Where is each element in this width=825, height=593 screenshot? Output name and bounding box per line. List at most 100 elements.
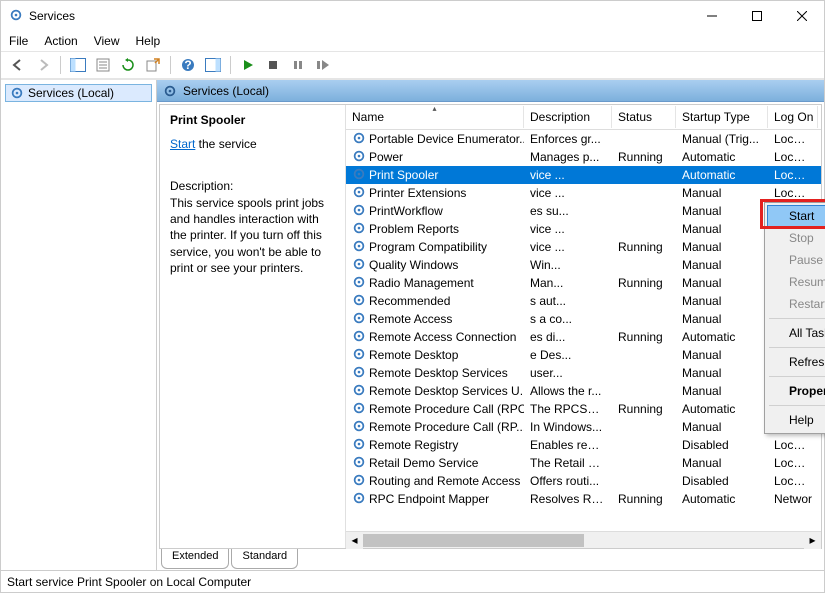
tree-pane: Services (Local) [1,80,157,570]
service-desc: Win... [524,258,612,272]
ctx-resume: Resume [767,271,825,293]
table-row[interactable]: Remote RegistryEnables rem...DisabledLoc… [346,436,821,454]
menu-action[interactable]: Action [44,34,77,48]
table-row[interactable]: Remote Procedure Call (RPC)The RPCSS s..… [346,400,821,418]
column-header-logon[interactable]: Log On [768,106,818,128]
table-row[interactable]: Remote Desktop Services U...Allows the r… [346,382,821,400]
minimize-button[interactable] [689,1,734,31]
service-desc: The RPCSS s... [524,402,612,416]
export-button[interactable] [142,54,164,76]
table-row[interactable]: Radio ManagementMan...RunningManualLocal… [346,274,821,292]
pause-service-button[interactable] [287,54,309,76]
service-name: Recommended [369,294,450,308]
service-desc: es di... [524,330,612,344]
start-suffix: the service [195,137,256,151]
table-row[interactable]: PrintWorkflowes su...ManualLocal Sy [346,202,821,220]
table-row[interactable]: Remote Desktope Des...ManualLocal Sy [346,346,821,364]
table-row[interactable]: Remote Procedure Call (RP...In Windows..… [346,418,821,436]
gear-icon [352,311,366,328]
table-row[interactable]: Quality WindowsWin...ManualLocal Se [346,256,821,274]
action-pane-button[interactable] [202,54,224,76]
ctx-pause: Pause [767,249,825,271]
table-row[interactable]: Recommendeds aut...ManualLocal Sy [346,292,821,310]
service-name: Printer Extensions [369,186,466,200]
table-row[interactable]: PowerManages p...RunningAutomaticLocal S… [346,148,821,166]
table-row[interactable]: Remote Accesss a co...ManualLocal Sy [346,310,821,328]
table-row[interactable]: Print Spoolervice ...AutomaticLocal Sy [346,166,821,184]
gear-icon [352,203,366,220]
ctx-restart: Restart [767,293,825,315]
menu-file[interactable]: File [9,34,28,48]
service-startup: Automatic [676,330,768,344]
statusbar: Start service Print Spooler on Local Com… [1,570,824,592]
service-name: Program Compatibility [369,240,487,254]
service-startup: Disabled [676,438,768,452]
gear-icon [352,221,366,238]
service-logon: Local Sy [768,474,818,488]
table-row[interactable]: Printer Extensionsvice ...ManualLocal Sy [346,184,821,202]
gear-icon [352,329,366,346]
ctx-all-tasks[interactable]: All Tasks [767,322,825,344]
service-logon: Local Sy [768,456,818,470]
gear-icon [163,84,177,98]
restart-service-button[interactable] [312,54,334,76]
close-button[interactable] [779,1,824,31]
column-header-startup[interactable]: Startup Type [676,106,768,128]
service-logon: Local Sy [768,132,818,146]
menu-view[interactable]: View [94,34,120,48]
scroll-thumb[interactable] [363,534,584,547]
ctx-properties[interactable]: Properties [767,380,825,402]
service-name: Remote Procedure Call (RPC) [369,402,524,416]
table-row[interactable]: Remote Access Connectiones di...RunningA… [346,328,821,346]
table-row[interactable]: Portable Device Enumerator...Enforces gr… [346,130,821,148]
table-row[interactable]: Remote Desktop Servicesuser...ManualNetw… [346,364,821,382]
horizontal-scrollbar[interactable]: ◂ ▸ [346,531,821,548]
gear-icon [352,473,366,490]
service-desc: Man... [524,276,612,290]
scroll-left-icon[interactable]: ◂ [346,532,363,549]
column-header-status[interactable]: Status [612,106,676,128]
properties-button[interactable] [92,54,114,76]
tab-extended[interactable]: Extended [161,549,229,569]
back-button[interactable] [7,54,29,76]
service-startup: Manual [676,384,768,398]
gear-icon [352,131,366,148]
ctx-help[interactable]: Help [767,409,825,431]
ctx-refresh[interactable]: Refresh [767,351,825,373]
column-header-description[interactable]: Description [524,106,612,128]
service-desc: The Retail D... [524,456,612,470]
gear-icon [352,401,366,418]
table-row[interactable]: RPC Endpoint MapperResolves RP...Running… [346,490,821,508]
refresh-button[interactable] [117,54,139,76]
column-header-name[interactable]: Name▴ [346,106,524,128]
table-row[interactable]: Problem Reportsvice ...ManualLocal Sy [346,220,821,238]
table-row[interactable]: Retail Demo ServiceThe Retail D...Manual… [346,454,821,472]
maximize-button[interactable] [734,1,779,31]
show-hide-tree-button[interactable] [67,54,89,76]
menu-help[interactable]: Help [136,34,161,48]
service-name: Power [369,150,403,164]
ctx-start[interactable]: Start [767,205,825,227]
stop-service-button[interactable] [262,54,284,76]
service-desc: Enables rem... [524,438,612,452]
detail-title: Print Spooler [170,113,335,127]
tab-standard[interactable]: Standard [231,549,298,569]
forward-button[interactable] [32,54,54,76]
gear-icon [352,239,366,256]
service-name: Retail Demo Service [369,456,478,470]
service-name: Remote Procedure Call (RP... [369,420,524,434]
scroll-right-icon[interactable]: ▸ [804,532,821,549]
service-name: Routing and Remote Access [369,474,520,488]
start-link[interactable]: Start [170,137,195,151]
service-status: Running [612,330,676,344]
service-name: Print Spooler [369,168,438,182]
service-startup: Manual [676,186,768,200]
description-text: This service spools print jobs and handl… [170,195,335,276]
start-service-button[interactable] [237,54,259,76]
table-row[interactable]: Routing and Remote AccessOffers routi...… [346,472,821,490]
table-row[interactable]: Program Compatibilityvice ...RunningManu… [346,238,821,256]
tree-node-services-local[interactable]: Services (Local) [5,84,152,102]
service-name: Remote Desktop Services U... [369,384,524,398]
view-tabs: Extended Standard [157,550,824,570]
help-button[interactable]: ? [177,54,199,76]
